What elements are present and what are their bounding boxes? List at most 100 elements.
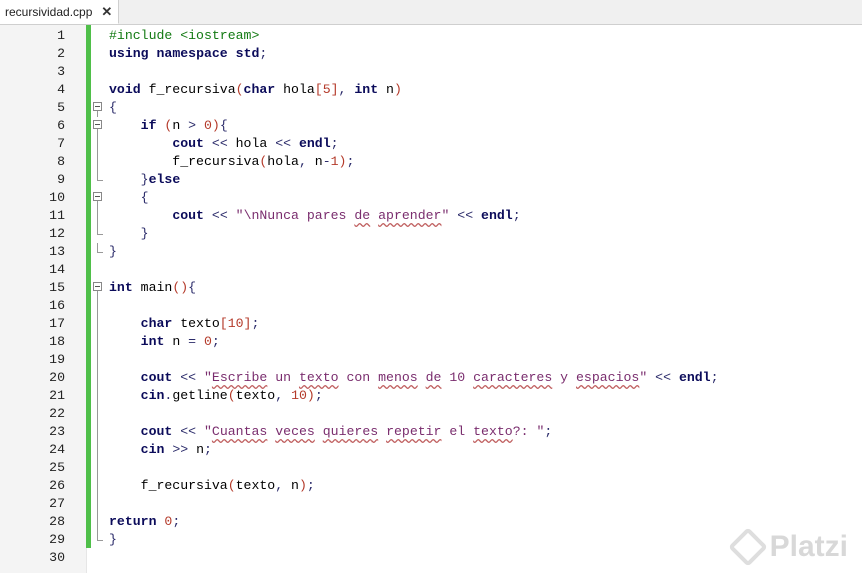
- fold-guide-line: [93, 135, 105, 153]
- fold-guide-line: [93, 369, 105, 387]
- code-text: cout << hola << endl;: [172, 136, 339, 151]
- line-number: 21: [49, 388, 65, 403]
- code-text: }: [109, 244, 117, 259]
- fold-guide-line: [93, 441, 105, 459]
- line-number: 2: [57, 46, 65, 61]
- fold-toggle-icon[interactable]: [93, 189, 105, 207]
- code-text: int n = 0;: [140, 334, 220, 349]
- code-line[interactable]: 19: [0, 351, 862, 369]
- fold-end-marker: [93, 171, 105, 189]
- code-line[interactable]: 3: [0, 63, 862, 81]
- code-line[interactable]: 21 cin.getline(texto, 10);: [0, 387, 862, 405]
- code-line[interactable]: 20 cout << "Escribe un texto con menos d…: [0, 369, 862, 387]
- line-number: 16: [49, 298, 65, 313]
- line-number: 3: [57, 64, 65, 79]
- code-line[interactable]: 27: [0, 495, 862, 513]
- code-line[interactable]: 13}: [0, 243, 862, 261]
- code-line[interactable]: 25: [0, 459, 862, 477]
- code-line[interactable]: 11 cout << "\nNunca pares de aprender" <…: [0, 207, 862, 225]
- code-text: using namespace std;: [109, 46, 268, 61]
- code-text: char texto[10];: [140, 316, 260, 331]
- code-text: }: [109, 532, 117, 547]
- line-number: 20: [49, 370, 65, 385]
- line-number: 25: [49, 460, 65, 475]
- code-text: return 0;: [109, 514, 181, 529]
- code-line[interactable]: 14: [0, 261, 862, 279]
- line-number: 7: [57, 136, 65, 151]
- tab-recursividad-cpp[interactable]: recursividad.cpp ✕: [0, 0, 120, 24]
- code-line[interactable]: 15 int main(){: [0, 279, 862, 297]
- code-line[interactable]: 5{: [0, 99, 862, 117]
- fold-toggle-icon[interactable]: [93, 279, 105, 297]
- fold-guide-line: [93, 207, 105, 225]
- line-number: 13: [49, 244, 65, 259]
- code-line[interactable]: 17 char texto[10];: [0, 315, 862, 333]
- line-number: 6: [57, 118, 65, 133]
- code-text: cin.getline(texto, 10);: [140, 388, 323, 403]
- fold-guide-line: [93, 477, 105, 495]
- code-line[interactable]: 10 {: [0, 189, 862, 207]
- line-number: 12: [49, 226, 65, 241]
- line-number: 30: [49, 550, 65, 565]
- code-line[interactable]: 9 }else: [0, 171, 862, 189]
- fold-toggle-icon[interactable]: [93, 99, 105, 117]
- line-number: 24: [49, 442, 65, 457]
- code-text: void f_recursiva(char hola[5], int n): [109, 82, 402, 97]
- code-line[interactable]: 1 #include <iostream>: [0, 27, 862, 45]
- code-line[interactable]: 8 f_recursiva(hola, n-1);: [0, 153, 862, 171]
- line-number: 29: [49, 532, 65, 547]
- code-line[interactable]: 28 return 0;: [0, 513, 862, 531]
- line-number: 19: [49, 352, 65, 367]
- watermark-text: Platzi: [769, 530, 848, 563]
- fold-guide-line: [93, 315, 105, 333]
- line-number: 22: [49, 406, 65, 421]
- code-text: cin >> n;: [140, 442, 212, 457]
- fold-guide-line: [93, 387, 105, 405]
- close-tab-icon[interactable]: ✕: [101, 4, 112, 20]
- code-line[interactable]: 22: [0, 405, 862, 423]
- code-editor[interactable]: 1 #include <iostream> 2 using namespace std…: [0, 25, 862, 573]
- fold-toggle-icon[interactable]: [93, 117, 105, 135]
- fold-end-marker: [93, 243, 105, 261]
- code-text: }: [140, 226, 149, 241]
- line-number: 14: [49, 262, 65, 277]
- fold-end-marker: [93, 531, 105, 549]
- code-line[interactable]: 16: [0, 297, 862, 315]
- fold-guide-line: [93, 153, 105, 171]
- code-line[interactable]: 26 f_recursiva(texto, n);: [0, 477, 862, 495]
- code-text: cout << "\nNunca pares de aprender" << e…: [172, 208, 521, 223]
- line-number: 15: [49, 280, 65, 295]
- code-line[interactable]: 6 if (n > 0){: [0, 117, 862, 135]
- fold-guide-line: [93, 297, 105, 315]
- code-line[interactable]: 18 int n = 0;: [0, 333, 862, 351]
- fold-guide-line: [93, 513, 105, 531]
- line-number: 4: [57, 82, 65, 97]
- fold-guide-line: [93, 333, 105, 351]
- platzi-watermark: Platzi: [727, 527, 848, 567]
- platzi-logo-icon: [727, 527, 768, 567]
- code-text: if (n > 0){: [140, 118, 228, 133]
- code-line[interactable]: 12 }: [0, 225, 862, 243]
- code-line[interactable]: 2 using namespace std;: [0, 45, 862, 63]
- code-text: f_recursiva(texto, n);: [109, 478, 315, 493]
- tab-title: recursividad.cpp: [5, 4, 93, 19]
- line-number: 28: [49, 514, 65, 529]
- code-line[interactable]: 7 cout << hola << endl;: [0, 135, 862, 153]
- code-text: f_recursiva(hola, n-1);: [109, 154, 355, 169]
- code-line[interactable]: 23 cout << "Cuantas veces quieres repeti…: [0, 423, 862, 441]
- line-number: 5: [57, 100, 65, 115]
- line-number: 9: [57, 172, 65, 187]
- code-text: }else: [140, 172, 181, 187]
- fold-guide-line: [93, 459, 105, 477]
- code-line[interactable]: 24 cin >> n;: [0, 441, 862, 459]
- line-number: 10: [49, 190, 65, 205]
- line-number: 8: [57, 154, 65, 169]
- fold-guide-line: [93, 405, 105, 423]
- line-number: 26: [49, 478, 65, 493]
- code-text: #include <iostream>: [109, 28, 260, 43]
- code-line[interactable]: 4 void f_recursiva(char hola[5], int n): [0, 81, 862, 99]
- line-number: 1: [57, 28, 65, 43]
- fold-end-marker: [93, 225, 105, 243]
- line-number: 11: [49, 208, 65, 223]
- tab-bar: recursividad.cpp ✕: [0, 0, 862, 25]
